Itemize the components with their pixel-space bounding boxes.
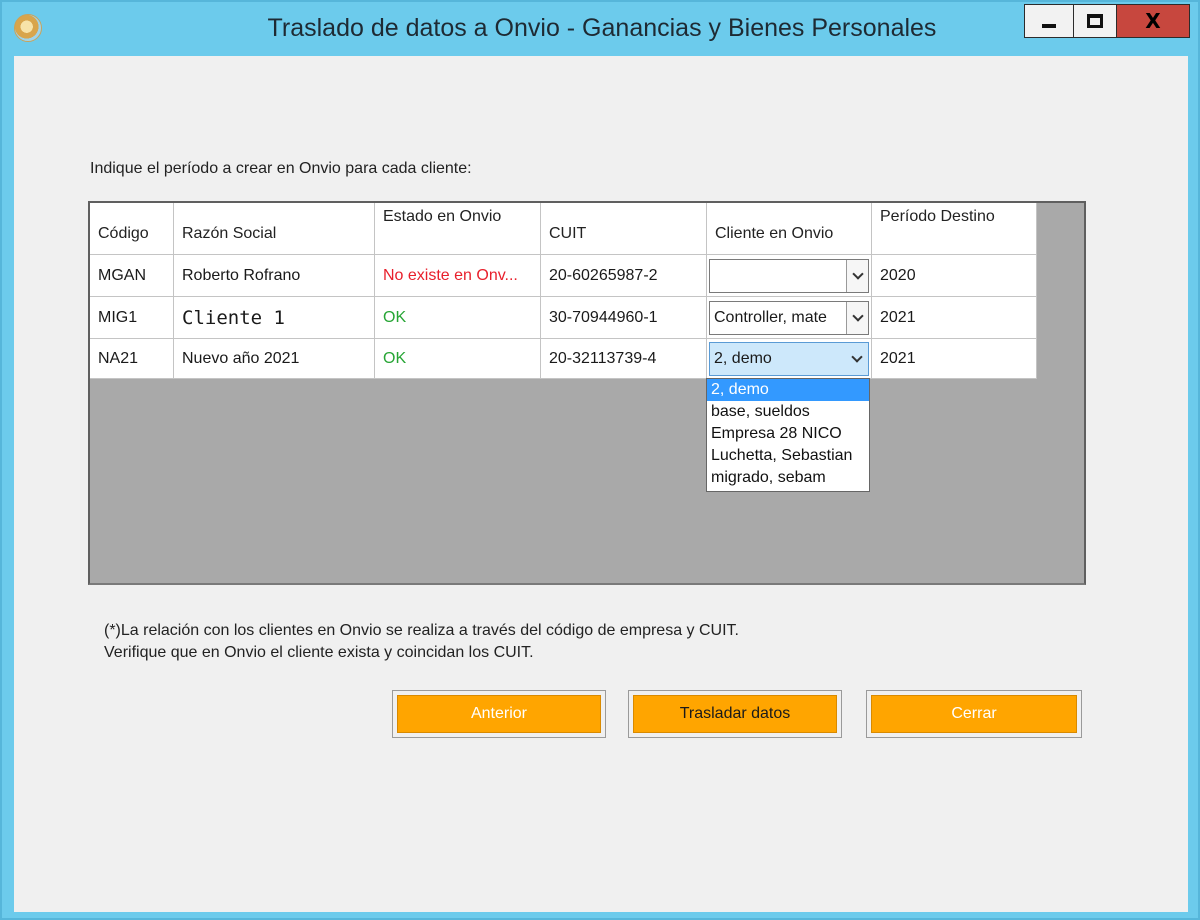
cell-cuit[interactable]: 20-32113739-4 bbox=[541, 339, 707, 379]
cell-cuit[interactable]: 20-60265987-2 bbox=[541, 255, 707, 297]
anterior-button[interactable]: Anterior bbox=[392, 690, 606, 738]
dropdown-option[interactable]: migrado, sebam bbox=[707, 467, 869, 489]
dropdown-option[interactable]: Empresa 28 NICO bbox=[707, 423, 869, 445]
cell-codigo[interactable]: MGAN bbox=[90, 255, 174, 297]
title-bar[interactable]: Traslado de datos a Onvio - Ganancias y … bbox=[2, 2, 1198, 56]
instruction-label: Indique el período a crear en Onvio para… bbox=[90, 160, 472, 177]
cerrar-button-label: Cerrar bbox=[871, 695, 1077, 733]
footnote-line: Verifique que en Onvio el cliente exista… bbox=[104, 644, 534, 661]
cell-periodo[interactable]: 2021 bbox=[872, 297, 1037, 339]
cell-codigo[interactable]: NA21 bbox=[90, 339, 174, 379]
minimize-icon bbox=[1042, 24, 1056, 28]
column-header-cuit[interactable]: CUIT bbox=[541, 203, 707, 255]
anterior-button-label: Anterior bbox=[397, 695, 601, 733]
combobox-dropdown-button[interactable] bbox=[846, 343, 868, 375]
column-header-periodo-destino[interactable]: Período Destino bbox=[872, 203, 1037, 255]
cliente-combobox[interactable] bbox=[709, 259, 869, 293]
cliente-dropdown-list[interactable]: 2, demo base, sueldos Empresa 28 NICO Lu… bbox=[706, 378, 870, 492]
trasladar-datos-button-label: Trasladar datos bbox=[633, 695, 837, 733]
column-header-cliente-onvio[interactable]: Cliente en Onvio bbox=[707, 203, 872, 255]
cliente-combobox-open[interactable]: 2, demo bbox=[709, 342, 869, 376]
cerrar-button[interactable]: Cerrar bbox=[866, 690, 1082, 738]
window-title: Traslado de datos a Onvio - Ganancias y … bbox=[267, 14, 937, 42]
cell-razon-social[interactable]: Cliente 1 bbox=[174, 297, 375, 339]
column-header-razon-social[interactable]: Razón Social bbox=[174, 203, 375, 255]
cell-cliente-onvio bbox=[707, 255, 872, 297]
chevron-down-icon bbox=[851, 268, 864, 280]
column-header-estado[interactable]: Estado en Onvio bbox=[375, 203, 541, 255]
maximize-icon bbox=[1087, 14, 1103, 28]
dropdown-option-selected[interactable]: 2, demo bbox=[707, 379, 869, 401]
maximize-button[interactable] bbox=[1073, 4, 1117, 38]
cell-cliente-onvio: 2, demo bbox=[707, 339, 872, 379]
footnote-line: (*)La relación con los clientes en Onvio… bbox=[104, 622, 739, 639]
app-window: Traslado de datos a Onvio - Ganancias y … bbox=[0, 0, 1200, 920]
cell-periodo[interactable]: 2021 bbox=[872, 339, 1037, 379]
dropdown-option[interactable]: base, sueldos bbox=[707, 401, 869, 423]
cell-estado-error[interactable]: No existe en Onv... bbox=[375, 255, 541, 297]
combobox-dropdown-button[interactable] bbox=[846, 260, 868, 292]
cell-razon-social[interactable]: Roberto Rofrano bbox=[174, 255, 375, 297]
trasladar-datos-button[interactable]: Trasladar datos bbox=[628, 690, 842, 738]
close-window-button[interactable]: X bbox=[1116, 4, 1190, 38]
cell-cuit[interactable]: 30-70944960-1 bbox=[541, 297, 707, 339]
cliente-combobox[interactable]: Controller, mate bbox=[709, 301, 869, 335]
close-icon: X bbox=[1145, 9, 1161, 33]
dropdown-option[interactable]: Luchetta, Sebastian bbox=[707, 445, 869, 467]
column-header-codigo[interactable]: Código bbox=[90, 203, 174, 255]
combobox-value: 2, demo bbox=[714, 350, 772, 367]
chevron-down-icon bbox=[851, 351, 863, 363]
cell-razon-social[interactable]: Nuevo año 2021 bbox=[174, 339, 375, 379]
cell-estado-ok[interactable]: OK bbox=[375, 297, 541, 339]
combobox-dropdown-button[interactable] bbox=[846, 302, 868, 334]
cell-codigo[interactable]: MIG1 bbox=[90, 297, 174, 339]
chevron-down-icon bbox=[851, 310, 864, 322]
dialog-body: Indique el período a crear en Onvio para… bbox=[14, 56, 1188, 912]
cell-cliente-onvio: Controller, mate bbox=[707, 297, 872, 339]
combobox-value: Controller, mate bbox=[714, 309, 827, 326]
app-logo-icon bbox=[14, 14, 42, 42]
cell-periodo[interactable]: 2020 bbox=[872, 255, 1037, 297]
cell-estado-ok[interactable]: OK bbox=[375, 339, 541, 379]
minimize-button[interactable] bbox=[1024, 4, 1074, 38]
clients-grid[interactable]: Código Razón Social Estado en Onvio CUIT… bbox=[88, 201, 1086, 585]
footnote: (*)La relación con los clientes en Onvio… bbox=[104, 620, 739, 664]
